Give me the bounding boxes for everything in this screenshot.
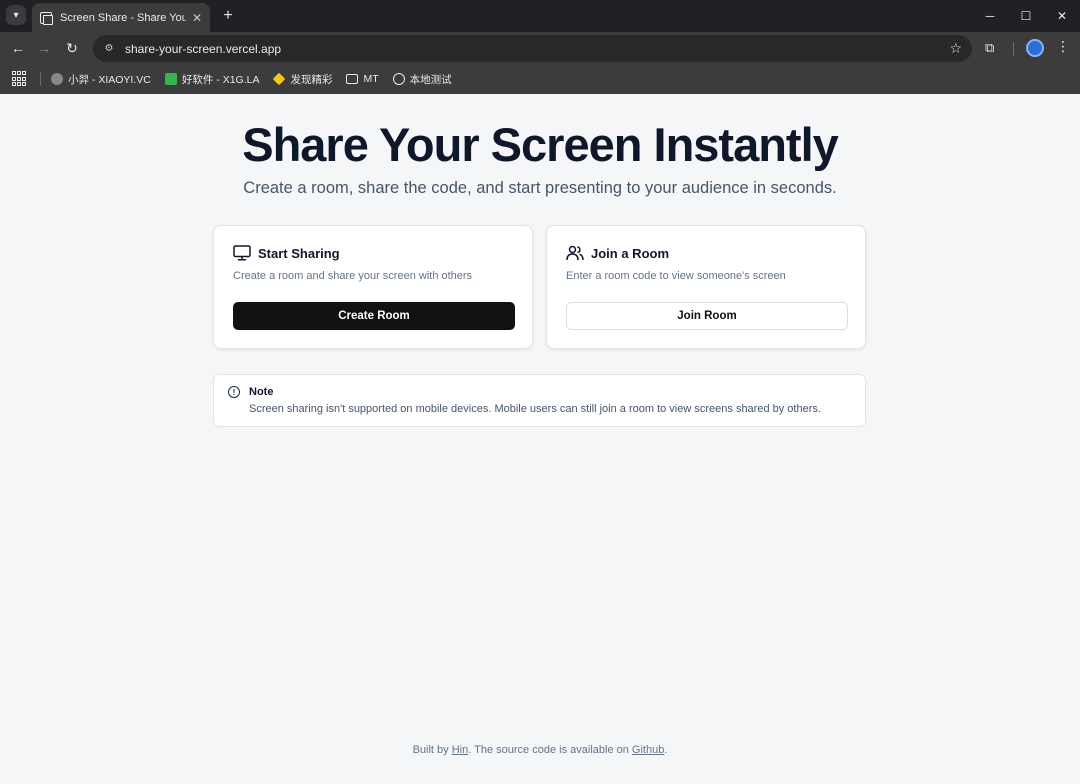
card-header: Start Sharing: [233, 245, 340, 261]
note-text: Screen sharing isn't supported on mobile…: [249, 403, 821, 415]
app-icon: [164, 73, 177, 85]
back-button[interactable]: ←: [8, 38, 28, 58]
page-subtitle: Create a room, share the code, and start…: [243, 179, 837, 197]
tab-title: Screen Share - Share Your Screen: [60, 11, 186, 24]
browser-menu-icon[interactable]: ⋮: [1056, 38, 1070, 58]
page-content: Share Your Screen Instantly Create a roo…: [0, 94, 1080, 784]
apps-grid-icon[interactable]: [12, 71, 28, 87]
profile-avatar[interactable]: [1026, 39, 1044, 57]
card-title: Start Sharing: [258, 245, 340, 261]
bookmark-item[interactable]: 本地测试: [392, 72, 452, 87]
close-window-button[interactable]: ✕: [1044, 0, 1080, 32]
new-tab-button[interactable]: +: [218, 6, 238, 26]
url-text: share-your-screen.vercel.app: [125, 41, 282, 56]
bookmarks-separator: [40, 72, 41, 86]
window-controls: ─ ☐ ✕: [972, 0, 1080, 32]
globe-icon: [392, 73, 405, 85]
author-link[interactable]: Hin: [452, 744, 469, 756]
sparkle-icon: [273, 72, 286, 86]
extensions-icon[interactable]: ⧉: [985, 40, 1001, 56]
tab-favicon-icon: [40, 11, 53, 25]
tab-bar: ▾ Screen Share - Share Your Screen ✕ + ─…: [0, 0, 1080, 32]
bookmark-item[interactable]: 小羿 - XIAOYI.VC: [51, 72, 151, 87]
bookmark-label: MT: [363, 73, 379, 85]
bookmark-label: 发现精彩: [290, 73, 333, 86]
toolbar-separator: [1013, 42, 1014, 56]
card-description: Enter a room code to view someone's scre…: [566, 270, 786, 282]
address-bar[interactable]: ⚙ share-your-screen.vercel.app ☆: [93, 35, 972, 62]
footer: Built by Hin. The source code is availab…: [0, 744, 1080, 756]
join-room-card: Join a Room Enter a room code to view so…: [546, 225, 866, 349]
bookmark-item[interactable]: MT: [346, 73, 379, 85]
bookmark-item[interactable]: 发现精彩: [273, 72, 332, 87]
bookmarks-bar: 小羿 - XIAOYI.VC 好软件 - X1G.LA 发现精彩 MT 本地测试: [0, 64, 1080, 94]
create-room-button[interactable]: Create Room: [233, 302, 515, 330]
card-description: Create a room and share your screen with…: [233, 270, 473, 282]
note-title: Note: [249, 386, 274, 398]
maximize-button[interactable]: ☐: [1008, 0, 1044, 32]
folder-icon: [346, 74, 359, 84]
card-header: Join a Room: [566, 245, 669, 261]
avatar-icon: [51, 73, 63, 85]
tab-search-button[interactable]: ▾: [6, 5, 26, 25]
bookmark-label: 本地测试: [409, 73, 452, 86]
github-link[interactable]: Github: [632, 744, 664, 756]
note-alert: ! Note Screen sharing isn't supported on…: [213, 374, 866, 427]
footer-suffix: .: [664, 744, 668, 756]
minimize-button[interactable]: ─: [972, 0, 1008, 32]
forward-button[interactable]: →: [34, 38, 54, 58]
bookmark-label: 好软件 - X1G.LA: [181, 73, 260, 86]
close-tab-icon[interactable]: ✕: [192, 11, 202, 25]
page-title: Share Your Screen Instantly: [242, 118, 839, 171]
bookmark-item[interactable]: 好软件 - X1G.LA: [164, 72, 260, 87]
start-sharing-card: Start Sharing Create a room and share yo…: [213, 225, 533, 349]
card-title: Join a Room: [591, 245, 670, 261]
monitor-icon: [233, 245, 251, 261]
reload-button[interactable]: ↻: [62, 38, 82, 58]
tab-active[interactable]: Screen Share - Share Your Screen ✕: [32, 3, 210, 32]
users-icon: [566, 245, 584, 261]
footer-prefix: Built by: [412, 744, 452, 756]
site-info-icon[interactable]: ⚙: [101, 41, 117, 57]
footer-middle: . The source code is available on: [468, 744, 632, 756]
bookmark-star-icon[interactable]: ☆: [949, 40, 962, 57]
info-icon: !: [228, 386, 240, 398]
bookmark-label: 小羿 - XIAOYI.VC: [68, 73, 151, 86]
join-room-button[interactable]: Join Room: [566, 302, 848, 330]
